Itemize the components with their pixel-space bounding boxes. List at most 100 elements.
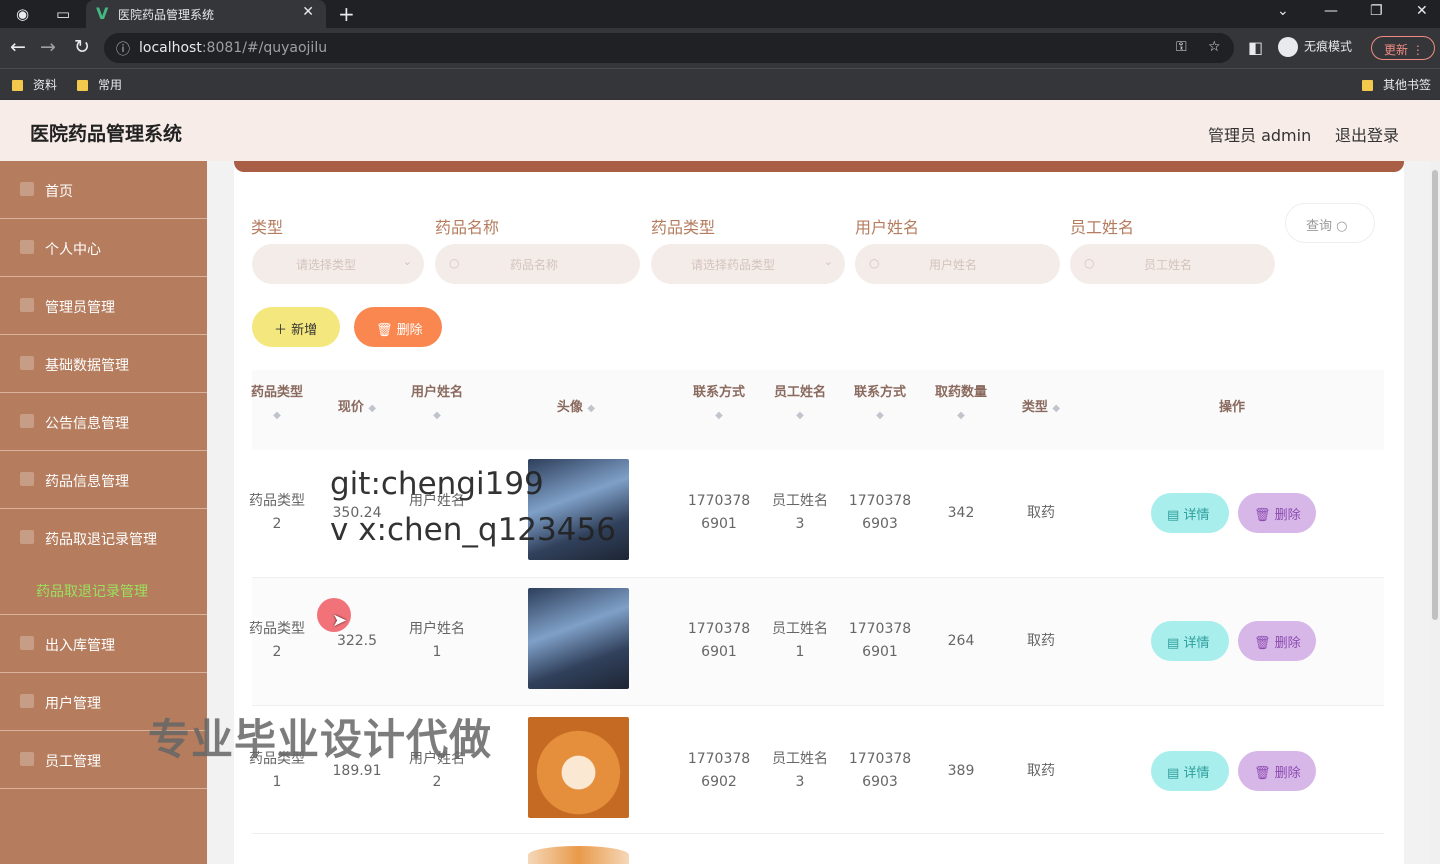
bookmark-star-icon[interactable]: ☆ <box>1208 39 1221 55</box>
sidebar-subitem-drug-records[interactable]: 药品取退记录管理 <box>0 563 207 615</box>
chevron-down-icon: ⌄ <box>402 255 412 268</box>
filter-drug-name-label: 药品名称 <box>435 218 500 237</box>
incognito-icon <box>1278 37 1298 57</box>
home-icon <box>20 182 34 196</box>
cell-staff-name: 员工姓名 3 <box>772 751 828 790</box>
cell-price: 322.5 <box>336 633 378 649</box>
watermark-text: v x:chen_q123456 <box>330 512 616 548</box>
forward-icon[interactable]: → <box>40 36 56 58</box>
sidebar-item-drugs[interactable]: 药品信息管理 <box>0 451 207 509</box>
filter-user-name-input[interactable]: ○ 用户姓名 <box>855 244 1060 284</box>
address-bar[interactable]: ⓘ localhost:8081/#/quyaojilu ⚿ ☆ <box>104 33 1234 63</box>
document-icon: ▤ <box>1167 766 1180 781</box>
watermark-text: git:chengi199 <box>330 466 544 502</box>
tab-list-icon[interactable]: ▭ <box>56 5 70 23</box>
col-qty[interactable]: 取药数量 ◆ <box>926 382 996 427</box>
minimize-icon[interactable]: — <box>1324 3 1338 19</box>
search-icon: ○ <box>869 256 880 270</box>
plus-icon: ＋ <box>274 323 288 338</box>
browser-tab[interactable]: V 医院药品管理系统 ✕ <box>86 0 326 28</box>
mouse-cursor-icon: ➤ <box>332 610 348 631</box>
reload-icon[interactable]: ↻ <box>74 36 90 58</box>
avatar-image <box>528 588 629 689</box>
cell-user-name: 用户姓名 1 <box>409 621 465 660</box>
filter-type-select[interactable]: 请选择类型 ⌄ <box>252 244 424 284</box>
admin-label: 管理员 admin <box>1208 126 1312 145</box>
sort-icon: ◆ <box>715 410 723 421</box>
document-icon: ▤ <box>1167 636 1180 651</box>
sidebar-item-notices[interactable]: 公告信息管理 <box>0 393 207 451</box>
avatar-image <box>528 717 629 818</box>
staff-icon <box>20 752 34 766</box>
sort-icon: ◆ <box>876 410 884 421</box>
detail-button[interactable]: ▤ 详情 <box>1151 621 1229 661</box>
tab-title: 医院药品管理系统 <box>118 8 215 22</box>
col-staff-phone[interactable]: 联系方式 ◆ <box>845 382 915 427</box>
other-bookmarks[interactable]: 其他书签 <box>1362 76 1431 93</box>
tab-close-icon[interactable]: ✕ <box>302 4 314 20</box>
filter-drug-type-label: 药品类型 <box>651 218 716 237</box>
update-button[interactable]: 更新 ⋮ <box>1371 36 1435 60</box>
chevron-down-icon: ⌄ <box>823 255 833 268</box>
key-icon[interactable]: ⚿ <box>1176 39 1187 55</box>
filter-type-label: 类型 <box>251 218 284 237</box>
sort-icon: ◆ <box>1052 403 1061 414</box>
col-drug-type[interactable]: 药品类型 ◆ <box>244 382 310 427</box>
search-icon: ○ <box>449 256 460 270</box>
col-avatar[interactable]: 头像 ◆ <box>528 397 624 420</box>
col-user-name[interactable]: 用户姓名 ◆ <box>402 382 472 427</box>
filter-staff-name-label: 员工姓名 <box>1070 218 1135 237</box>
notice-icon <box>20 414 34 428</box>
scrollbar-thumb[interactable] <box>1432 170 1438 620</box>
sidebar-item-drug-records[interactable]: 药品取退记录管理 <box>0 509 207 567</box>
app-header: 医院药品管理系统 管理员 admin 退出登录 <box>0 100 1440 161</box>
row-delete-button[interactable]: 🗑 删除 <box>1238 751 1316 791</box>
detail-button[interactable]: ▤ 详情 <box>1151 493 1229 533</box>
filter-staff-name-input[interactable]: ○ 员工姓名 <box>1070 244 1275 284</box>
breadcrumb-bar <box>234 161 1404 172</box>
user-icon <box>20 240 34 254</box>
sidebar-item-inventory[interactable]: 出入库管理 <box>0 615 207 673</box>
search-icon: ○ <box>1084 256 1095 270</box>
tab-search-icon[interactable]: ⌄ <box>1277 3 1289 19</box>
bookmark-folder[interactable]: 常用 <box>77 76 122 93</box>
add-button[interactable]: ＋ 新增 <box>252 307 340 347</box>
filter-drug-name-input[interactable]: ○ 药品名称 <box>435 244 640 284</box>
bookmark-folder[interactable]: 资料 <box>12 76 57 93</box>
url-text: localhost:8081/#/quyaojilu <box>139 40 328 56</box>
col-user-phone[interactable]: 联系方式 ◆ <box>684 382 754 427</box>
browser-menu-icon[interactable]: ◉ <box>16 5 29 23</box>
folder-icon <box>1362 80 1373 91</box>
filter-drug-type-select[interactable]: 请选择药品类型 ⌄ <box>651 244 845 284</box>
detail-button[interactable]: ▤ 详情 <box>1151 751 1229 791</box>
cell-type: 取药 <box>1027 505 1055 521</box>
batch-delete-button[interactable]: 🗑 删除 <box>354 307 442 347</box>
drug-icon <box>20 472 34 486</box>
sidebar-item-profile[interactable]: 个人中心 <box>0 219 207 277</box>
sidebar-item-home[interactable]: 首页 <box>0 161 207 219</box>
col-staff-name[interactable]: 员工姓名 ◆ <box>765 382 835 427</box>
incognito-indicator[interactable]: 无痕模式 <box>1278 37 1352 57</box>
cell-drug-type: 药品类型 2 <box>249 493 305 532</box>
query-button[interactable]: 查询 ○ <box>1285 203 1375 243</box>
cell-staff-name: 员工姓名 1 <box>772 621 828 660</box>
document-icon: ▤ <box>1167 508 1180 523</box>
site-info-icon[interactable]: ⓘ <box>116 39 130 59</box>
row-delete-button[interactable]: 🗑 删除 <box>1238 621 1316 661</box>
sidebar-item-basedata[interactable]: 基础数据管理 <box>0 335 207 393</box>
warehouse-icon <box>20 636 34 650</box>
sidebar-item-admins[interactable]: 管理员管理 <box>0 277 207 335</box>
logout-link[interactable]: 退出登录 <box>1335 122 1399 146</box>
bookmarks-bar: 资料 常用 其他书签 <box>0 68 1440 100</box>
col-price[interactable]: 现价 ◆ <box>324 397 390 420</box>
back-icon[interactable]: ← <box>10 36 26 58</box>
row-delete-button[interactable]: 🗑 删除 <box>1238 493 1316 533</box>
close-window-icon[interactable]: ✕ <box>1416 3 1428 19</box>
new-tab-icon[interactable]: + <box>338 2 355 26</box>
restore-icon[interactable]: ❐ <box>1370 3 1383 19</box>
search-icon: ○ <box>1336 219 1348 234</box>
sidepanel-icon[interactable]: ◧ <box>1248 38 1263 57</box>
cell-type: 取药 <box>1027 633 1055 649</box>
col-type[interactable]: 类型 ◆ <box>1006 397 1076 420</box>
cell-type: 取药 <box>1027 763 1055 779</box>
